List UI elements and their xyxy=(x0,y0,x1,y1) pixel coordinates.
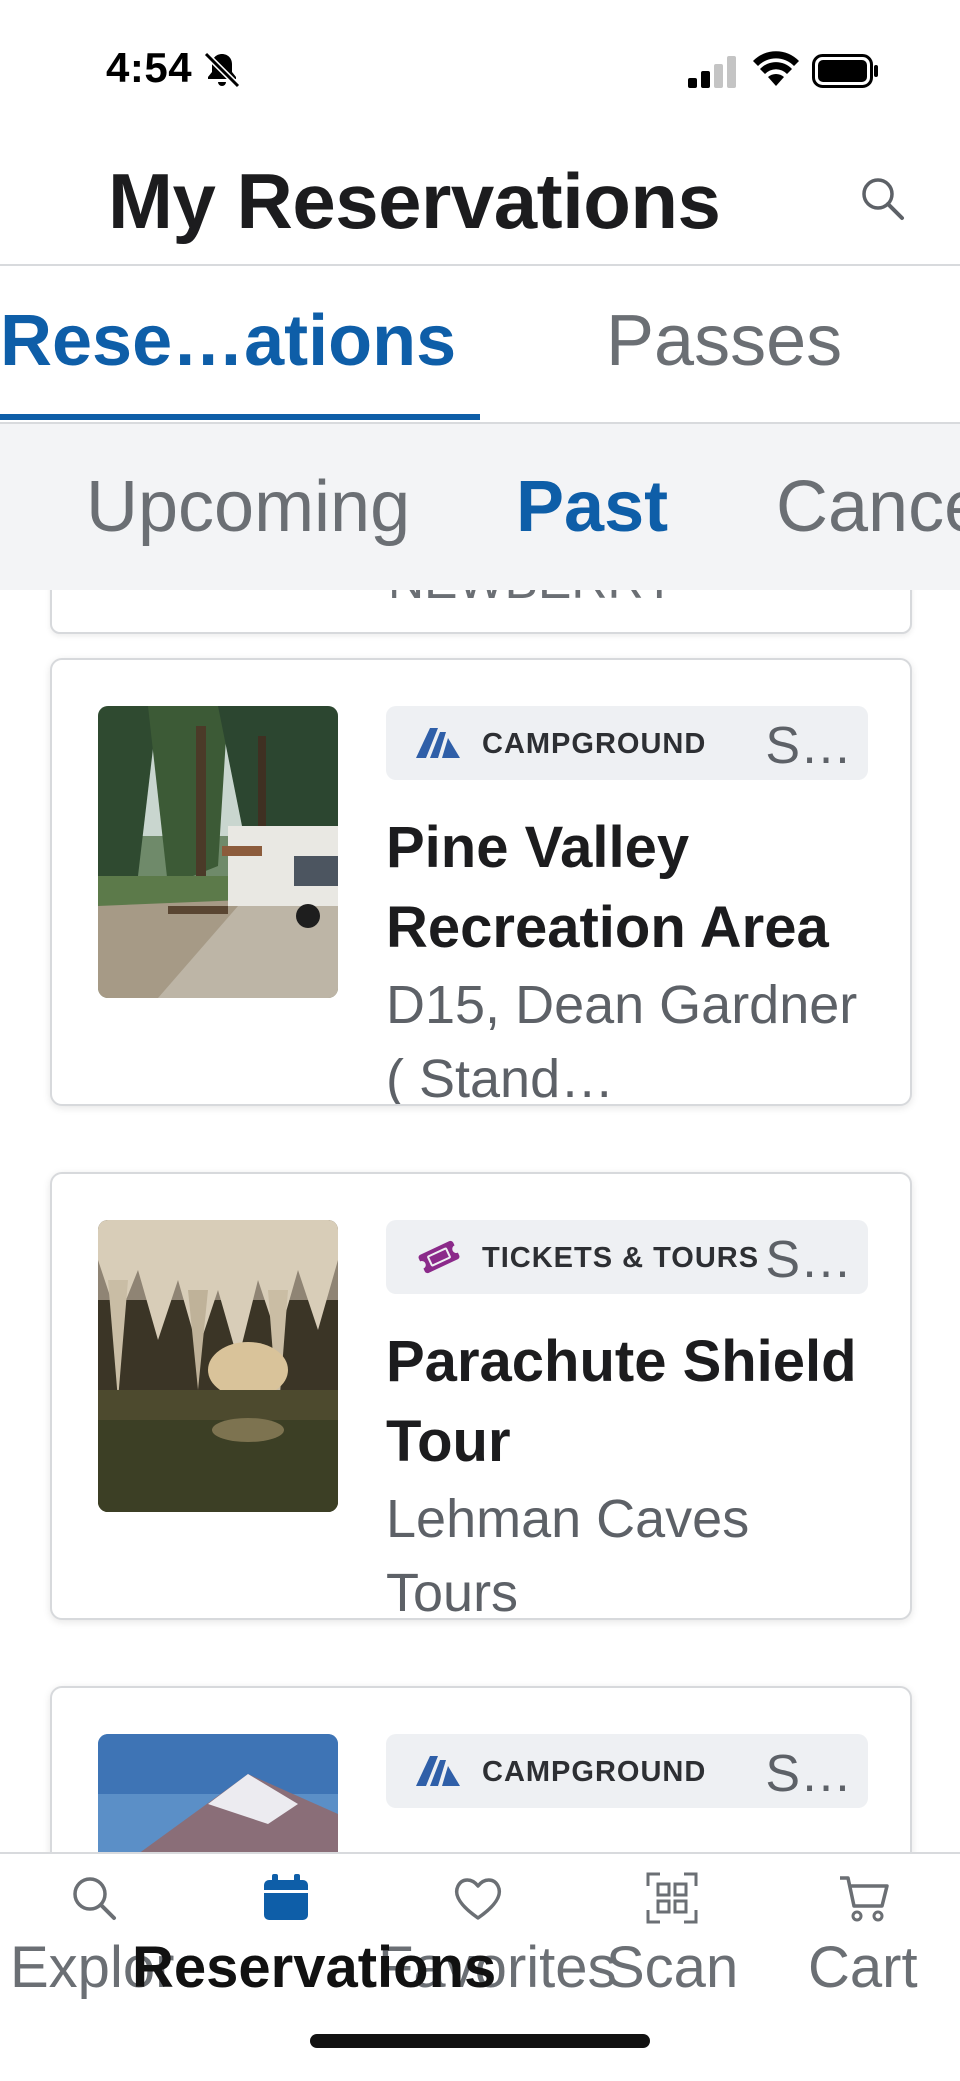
tab-past[interactable]: Past xyxy=(516,466,668,548)
nav-label-cart[interactable]: Cart xyxy=(808,1934,918,2001)
reservation-type-badge: CAMPGROUND S… xyxy=(386,706,868,780)
secondary-tabs: Upcoming Past Cance xyxy=(0,424,960,590)
tab-reservations[interactable]: Rese…ations xyxy=(0,300,456,382)
status-bar: 4:54 xyxy=(0,0,960,140)
reservation-status: S… xyxy=(765,717,852,775)
mountain-photo xyxy=(98,1734,338,1852)
search-icon[interactable] xyxy=(66,1870,122,1926)
nav-label-reservations[interactable]: Reservations xyxy=(132,1934,496,2001)
card-subtitle: D15, Dean Gardner ( Stand… xyxy=(386,975,858,1106)
reservation-type-label: CAMPGROUND xyxy=(482,1756,707,1788)
wifi-icon xyxy=(753,51,799,86)
nav-label-scan[interactable]: Scan xyxy=(606,1934,738,2001)
heart-icon[interactable] xyxy=(450,1870,506,1926)
card-subtitle: Lehman Caves Tours xyxy=(386,1489,750,1620)
campground-tent-icon xyxy=(416,1756,460,1786)
tab-cancelled[interactable]: Cance xyxy=(776,466,960,548)
reservation-card[interactable]: CAMPGROUND S… Pine Valley Recreation Are… xyxy=(50,658,912,1106)
search-icon[interactable] xyxy=(858,174,908,224)
cellular-signal-icon xyxy=(688,56,736,88)
qr-code-icon[interactable] xyxy=(644,1870,700,1926)
card-title: Parachute Shield Tour xyxy=(386,1329,857,1474)
reservation-card[interactable]: TICKETS & TOURS S… Parachute Shield Tour… xyxy=(50,1172,912,1620)
reservation-status: S… xyxy=(765,1231,852,1289)
reservation-status: S… xyxy=(765,1745,852,1803)
battery-icon xyxy=(812,54,878,88)
card-subtitle: NEWBERRY xyxy=(388,590,788,614)
reservation-card[interactable]: NEWBERRY xyxy=(50,590,912,634)
tab-passes[interactable]: Passes xyxy=(606,300,842,382)
bell-slash-icon xyxy=(203,51,241,89)
campground-photo xyxy=(98,706,338,998)
cart-icon[interactable] xyxy=(836,1870,892,1926)
page-title: My Reservations xyxy=(108,157,721,245)
cave-photo xyxy=(98,1220,338,1512)
tab-upcoming[interactable]: Upcoming xyxy=(86,466,410,548)
reservation-list[interactable]: NEWBERRY xyxy=(0,590,960,1852)
active-tab-indicator xyxy=(0,414,480,420)
reservation-type-label: CAMPGROUND xyxy=(482,728,707,760)
status-time: 4:54 xyxy=(106,44,193,91)
reservation-type-badge: CAMPGROUND S… xyxy=(386,1734,868,1808)
campground-tent-icon xyxy=(416,728,460,758)
reservation-type-badge: TICKETS & TOURS S… xyxy=(386,1220,868,1294)
primary-tabs: Rese…ations Passes xyxy=(0,266,960,424)
ticket-icon xyxy=(417,1240,461,1274)
card-title: Crater Lake xyxy=(386,1836,876,1852)
calendar-icon[interactable] xyxy=(258,1870,314,1926)
reservation-card[interactable]: CAMPGROUND S… Crater Lake xyxy=(50,1686,912,1852)
app-header: My Reservations xyxy=(0,140,960,266)
reservation-type-label: TICKETS & TOURS xyxy=(482,1242,760,1274)
home-indicator xyxy=(310,2034,650,2048)
card-title: Pine Valley Recreation Area xyxy=(386,815,829,960)
